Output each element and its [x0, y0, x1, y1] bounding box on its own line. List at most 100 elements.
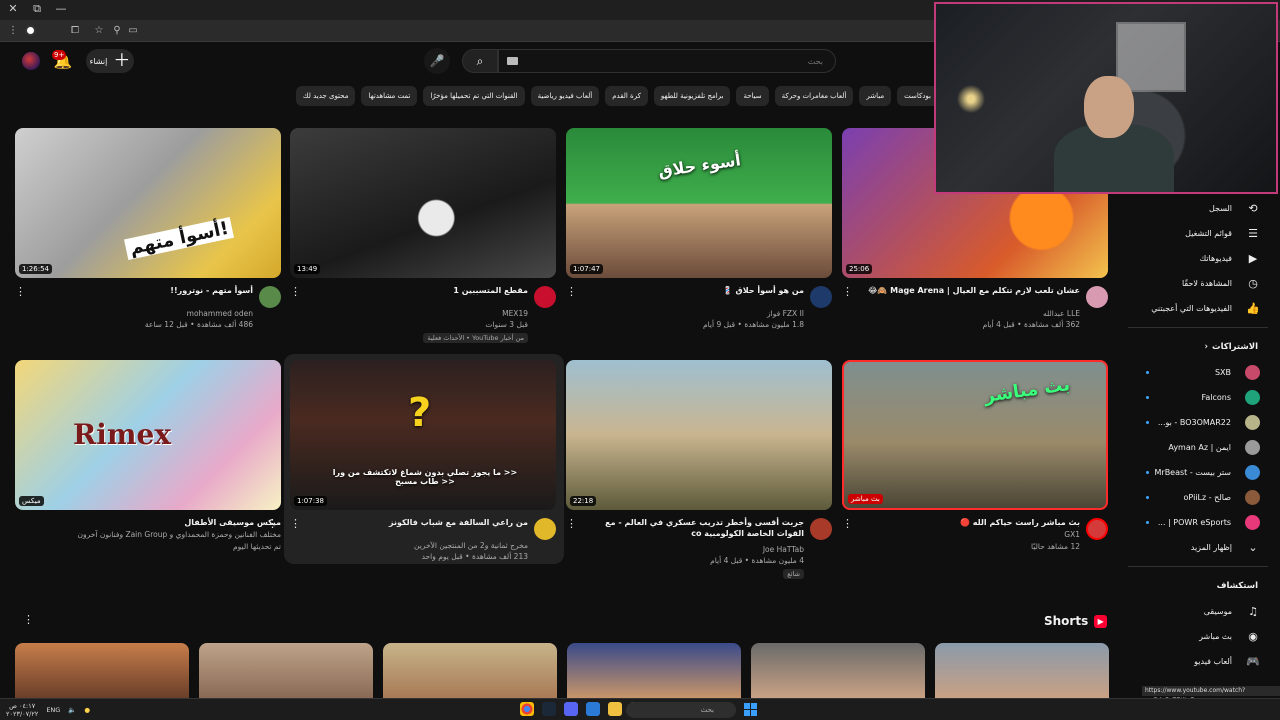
cast-icon[interactable]: ▭ [126, 24, 140, 38]
file-explorer-icon[interactable] [608, 702, 622, 716]
search-input[interactable] [498, 49, 836, 73]
video-card[interactable]: أسوء حلاق 1:07:47 من هو أسوأ حلاق 💈 FZX … [566, 128, 832, 355]
chip-tourism[interactable]: سياحة [736, 86, 769, 106]
voice-search-mic-icon[interactable]: 🎤 [424, 48, 450, 74]
short-thumbnail[interactable] [199, 643, 373, 698]
video-title[interactable]: بث مباشر راست حياكم الله 🔴 [866, 517, 1080, 528]
steam-app-icon[interactable] [542, 702, 556, 716]
chip-recently-uploaded[interactable]: القنوات التي تم تحميلها مؤخرًا [423, 86, 525, 106]
channel-name[interactable]: Joe HaTTab [590, 545, 804, 554]
create-button[interactable]: ＋ إنشاء [86, 49, 134, 73]
discord-app-icon[interactable] [564, 702, 578, 716]
close-window-button[interactable]: ✕ [6, 2, 20, 16]
video-thumbnail[interactable]: ? << ما يجوز تصلي بدون شماغ لاتكتشف من و… [290, 360, 556, 510]
sidebar-item-your-videos[interactable]: ▶ فيديوهاتك [1128, 246, 1268, 271]
channel-avatar[interactable] [810, 286, 832, 308]
more-actions-icon[interactable]: ⋮ [566, 517, 577, 531]
video-title[interactable]: من راعي السالفة مع شباب فالكونز [314, 517, 528, 528]
star-icon[interactable]: ☆ [92, 24, 106, 38]
chip-new-to-you[interactable]: محتوى جديد لك [295, 86, 356, 106]
more-actions-icon[interactable]: ⋮ [15, 285, 26, 299]
subscription-item[interactable]: صالح - oPiiLz [1128, 485, 1268, 510]
chip-live[interactable]: مباشر [859, 86, 892, 106]
sidebar-item-liked-videos[interactable]: 👍 الفيديوهات التي أعجبتني [1128, 296, 1268, 321]
sidebar-item-watch-later[interactable]: ◷ المشاهدة لاحقًا [1128, 271, 1268, 296]
more-actions-icon[interactable]: ⋮ [842, 285, 853, 299]
chip-podcasts[interactable]: بودكاست [897, 86, 938, 106]
channel-name[interactable]: GX1 [866, 530, 1080, 539]
menu-dots-icon[interactable]: ⋮ [6, 24, 20, 38]
input-language[interactable]: ENG [46, 706, 60, 714]
chip-football[interactable]: كرة القدم [605, 86, 648, 106]
channel-avatar[interactable] [259, 286, 281, 308]
channel-name[interactable]: mohammed oden [39, 309, 253, 318]
more-actions-icon[interactable]: ⋮ [566, 285, 577, 299]
channel-name[interactable]: MEX19 [314, 309, 528, 318]
channel-avatar[interactable] [1086, 286, 1108, 308]
chip-watched[interactable]: تمت مشاهدتها [361, 86, 418, 106]
short-thumbnail[interactable] [751, 643, 925, 698]
channel-avatar[interactable] [534, 286, 556, 308]
shorts-more-icon[interactable]: ⋮ [23, 613, 34, 626]
more-actions-icon[interactable]: ⋮ [267, 517, 278, 531]
channel-name[interactable]: مخرج ثمانية و2 من المنتجين الآخرين [314, 541, 528, 550]
chip-action-adventure[interactable]: ألعاب مغامرات وحركة [774, 86, 854, 106]
profile-dot-icon[interactable] [25, 25, 36, 36]
video-card[interactable]: 22:18 جربت أقسى وأخطر تدريب عسكري في الع… [566, 360, 832, 587]
video-thumbnail[interactable]: أسوء حلاق 1:07:47 [566, 128, 832, 278]
short-thumbnail[interactable] [935, 643, 1109, 698]
video-title[interactable]: من هو أسوأ حلاق 💈 [590, 285, 804, 296]
video-thumbnail[interactable]: 13:49 [290, 128, 556, 278]
tab-icon[interactable]: ⧠ [68, 24, 82, 38]
video-thumbnail[interactable]: أسوأ متهم! 1:26:54 [15, 128, 281, 278]
browser-app-icon[interactable] [586, 702, 600, 716]
video-thumbnail[interactable]: بث مباشر بث مباشر [842, 360, 1108, 510]
video-thumbnail[interactable]: Rimex ميكس [15, 360, 281, 510]
channel-name[interactable]: FZX II فواز [590, 309, 804, 318]
sidebar-item-music[interactable]: ♫ موسيقى [1128, 599, 1268, 624]
subscription-item[interactable]: ستر بيست - MrBeast [1128, 460, 1268, 485]
subscription-item[interactable]: ايمن | Ayman Az [1128, 435, 1268, 460]
video-card[interactable]: ? << ما يجوز تصلي بدون شماغ لاتكتشف من و… [290, 360, 556, 587]
subscription-item[interactable]: BO3OMAR22 - بو... [1128, 410, 1268, 435]
subscriptions-header[interactable]: الاشتراكات ‹ [1128, 334, 1268, 360]
chip-cooking-shows[interactable]: برامج تلفزيونية للطهو [653, 86, 731, 106]
video-card[interactable]: 13:49 مقطع المتسببين 1 MEX19 قبل 3 سنوات… [290, 128, 556, 355]
windows-start-icon[interactable] [744, 703, 757, 716]
search-button[interactable]: ⌕ [462, 49, 498, 73]
video-title[interactable]: عشان تلعب لازم تتكلم مع العيال | Mage Ar… [866, 285, 1080, 296]
video-title[interactable]: مقطع المتسببين 1 [314, 285, 528, 296]
keyboard-icon[interactable] [507, 57, 518, 65]
more-actions-icon[interactable]: ⋮ [842, 517, 853, 531]
chrome-app-icon[interactable] [520, 702, 534, 716]
restore-window-button[interactable]: ⧉ [30, 2, 44, 16]
video-card[interactable]: بث مباشر بث مباشر بث مباشر راست حياكم ال… [842, 360, 1108, 587]
taskbar-search[interactable]: بحث [626, 702, 736, 718]
video-title[interactable]: ميكس موسيقى الأطفال [41, 517, 281, 528]
more-actions-icon[interactable]: ⋮ [290, 285, 301, 299]
minimize-window-button[interactable]: — [54, 2, 68, 16]
short-thumbnail[interactable] [567, 643, 741, 698]
sidebar-item-playlists[interactable]: ☰ قوائم التشغيل [1128, 221, 1268, 246]
more-actions-icon[interactable]: ⋮ [290, 517, 301, 531]
video-title[interactable]: جربت أقسى وأخطر تدريب عسكري في العالم - … [590, 517, 804, 539]
extension-icon[interactable]: ⚲ [110, 24, 124, 38]
show-more-button[interactable]: ⌄ إظهار المزيد [1128, 535, 1268, 560]
account-avatar[interactable] [22, 52, 40, 70]
video-card[interactable]: أسوأ متهم! 1:26:54 أسوأ متهم - نوترور!! … [15, 128, 281, 355]
video-card[interactable]: Rimex ميكس ميكس موسيقى الأطفال مختلف الف… [15, 360, 281, 587]
volume-icon[interactable]: 🔈 [68, 706, 76, 714]
short-thumbnail[interactable] [15, 643, 189, 698]
chip-sports-games[interactable]: ألعاب فيديو رياضية [530, 86, 600, 106]
channel-avatar[interactable] [534, 518, 556, 540]
channel-name[interactable]: LLE عبدالله [866, 309, 1080, 318]
video-thumbnail[interactable]: 22:18 [566, 360, 832, 510]
short-thumbnail[interactable] [383, 643, 557, 698]
sidebar-item-live[interactable]: ◉ بث مباشر [1128, 624, 1268, 649]
sidebar-item-history[interactable]: ⟲ السجل [1128, 196, 1268, 221]
channel-avatar[interactable] [810, 518, 832, 540]
sidebar-item-gaming[interactable]: 🎮 ألعاب فيديو [1128, 649, 1268, 674]
taskbar-clock[interactable]: ٠٤:١٧ ص ٢٠٢٣/٠٧/٢٢ [6, 702, 38, 718]
subscription-item[interactable]: SXB [1128, 360, 1268, 385]
subscription-item[interactable]: Falcons [1128, 385, 1268, 410]
